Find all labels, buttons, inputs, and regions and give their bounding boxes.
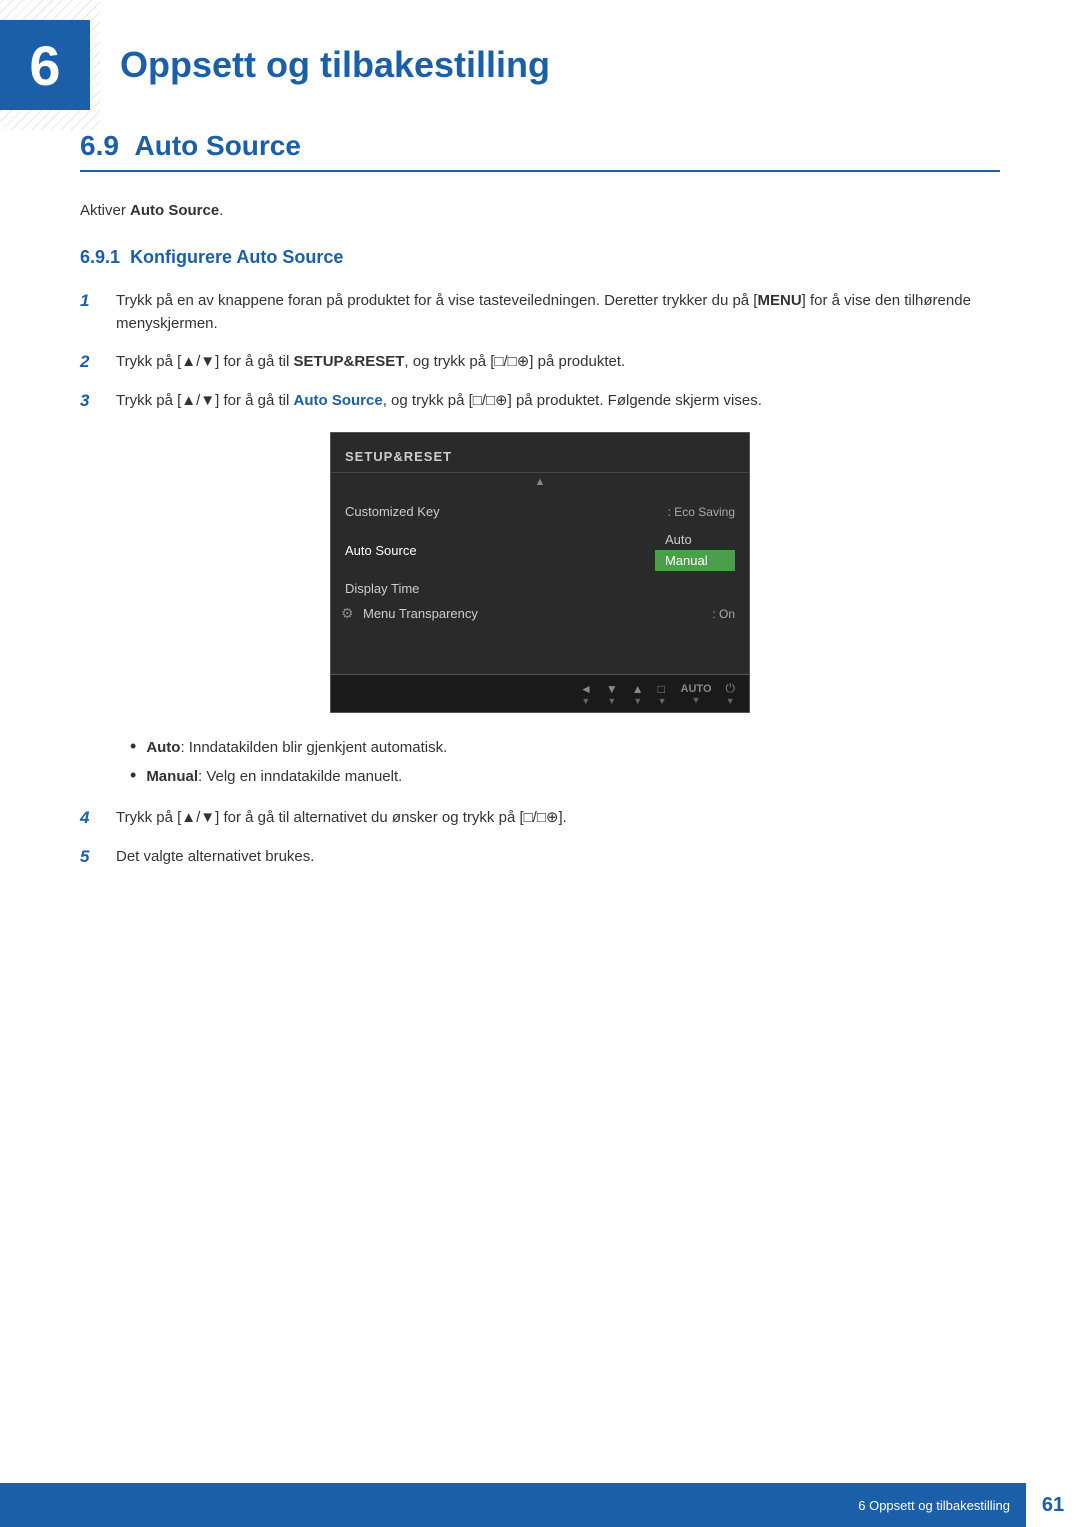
step-1-keyword: MENU: [757, 292, 801, 309]
menu-label-customized: Customized Key: [345, 504, 668, 519]
bullet-list: • Auto: Inndatakilden blir gjenkjent aut…: [130, 737, 1000, 787]
step-3-text: Trykk på [▲/▼] for å gå til Auto Source,…: [116, 390, 1000, 413]
step-1-text: Trykk på en av knappene foran på produkt…: [116, 290, 1000, 335]
page-content: 6.9 Auto Source Aktiver Auto Source. 6.9…: [0, 130, 1080, 968]
subsection-heading: Konfigurere Auto Source: [130, 247, 343, 267]
step-3-number: 3: [80, 390, 116, 411]
bottom-icon-auto: AUTO▼: [681, 683, 712, 705]
page-footer: 6 Oppsett og tilbakestilling 61: [0, 1483, 1080, 1527]
step-3: 3 Trykk på [▲/▼] for å gå til Auto Sourc…: [80, 390, 1000, 413]
subsection-number: 6.9.1: [80, 247, 120, 267]
menu-value-transparency: : On: [712, 607, 735, 621]
bullet-text-manual: Manual: Velg en inndatakilde manuelt.: [146, 766, 402, 787]
bullet-item-auto: • Auto: Inndatakilden blir gjenkjent aut…: [130, 737, 1000, 758]
submenu-manual: Manual: [655, 550, 735, 571]
step-2-keyword: SETUP&RESET: [294, 353, 405, 370]
step-2-number: 2: [80, 351, 116, 372]
screenshot-bottom-bar: ◄▼ ▼▼ ▲▼ □▼ AUTO▼ ⏻▼: [331, 674, 749, 712]
menu-label-display-time: Display Time: [345, 581, 735, 596]
footer-page-number: 61: [1026, 1483, 1080, 1527]
menu-label-transparency: Menu Transparency: [345, 606, 712, 621]
step-4-number: 4: [80, 807, 116, 828]
menu-value-customized: : Eco Saving: [668, 505, 735, 519]
bullet-text-auto: Auto: Inndatakilden blir gjenkjent autom…: [146, 737, 447, 758]
step-2: 2 Trykk på [▲/▼] for å gå til SETUP&RESE…: [80, 351, 1000, 374]
intro-text-start: Aktiver: [80, 202, 130, 219]
intro-paragraph: Aktiver Auto Source.: [80, 202, 1000, 219]
chapter-header-wrapper: 6 Oppsett og tilbakestilling: [0, 0, 1080, 130]
scroll-up-indicator: ▲: [331, 473, 749, 491]
menu-row-display-time: Display Time: [331, 576, 749, 601]
step-5-text: Det valgte alternativet brukes.: [116, 846, 1000, 869]
bullet-item-manual: • Manual: Velg en inndatakilde manuelt.: [130, 766, 1000, 787]
intro-text-end: .: [219, 202, 223, 219]
step-5-number: 5: [80, 846, 116, 867]
bullet-bold-manual: Manual: [146, 768, 198, 785]
menu-row-auto-source: Auto Source Auto Manual: [331, 524, 749, 576]
submenu-auto: Auto: [655, 529, 735, 550]
section-heading: Auto Source: [135, 130, 301, 161]
chapter-title: Oppsett og tilbakestilling: [120, 44, 550, 86]
step-4-text: Trykk på [▲/▼] for å gå til alternativet…: [116, 807, 1000, 830]
menu-row-menu-transparency: ⚙ Menu Transparency : On: [331, 601, 749, 626]
bottom-icon-power: ⏻▼: [726, 681, 736, 706]
bullet-bold-auto: Auto: [146, 739, 180, 756]
screenshot-container: SETUP&RESET ▲ Customized Key : Eco Savin…: [80, 432, 1000, 713]
bottom-icon-enter: □▼: [658, 682, 667, 706]
step-5: 5 Det valgte alternativet brukes.: [80, 846, 1000, 869]
step-1: 1 Trykk på en av knappene foran på produ…: [80, 290, 1000, 335]
screenshot-title: SETUP&RESET: [331, 445, 749, 473]
step-3-keyword: Auto Source: [294, 392, 383, 409]
chapter-number: 6: [29, 33, 60, 98]
intro-bold-word: Auto Source: [130, 202, 219, 219]
screenshot-menu: Customized Key : Eco Saving Auto Source …: [331, 491, 749, 634]
step-4: 4 Trykk på [▲/▼] for å gå til alternativ…: [80, 807, 1000, 830]
chapter-header: 6 Oppsett og tilbakestilling: [0, 0, 1080, 130]
bottom-icon-up: ▲▼: [632, 682, 644, 706]
step-1-number: 1: [80, 290, 116, 311]
chapter-number-box: 6: [0, 20, 90, 110]
bullet-dot-manual: •: [130, 766, 136, 784]
section-title: 6.9 Auto Source: [80, 130, 1000, 172]
submenu-options: Auto Manual: [655, 529, 735, 571]
bullet-dot-auto: •: [130, 737, 136, 755]
steps-list-1: 1 Trykk på en av knappene foran på produ…: [80, 290, 1000, 412]
bottom-icon-down: ▼▼: [606, 682, 618, 706]
step-2-text: Trykk på [▲/▼] for å gå til SETUP&RESET,…: [116, 351, 1000, 374]
menu-row-customized-key: Customized Key : Eco Saving: [331, 499, 749, 524]
screenshot: SETUP&RESET ▲ Customized Key : Eco Savin…: [330, 432, 750, 713]
subsection-title: 6.9.1 Konfigurere Auto Source: [80, 247, 1000, 268]
section-number: 6.9: [80, 130, 119, 161]
bottom-icon-back: ◄▼: [580, 682, 592, 706]
menu-label-auto-source: Auto Source: [345, 543, 655, 558]
steps-list-2: 4 Trykk på [▲/▼] for å gå til alternativ…: [80, 807, 1000, 868]
footer-text: 6 Oppsett og tilbakestilling: [858, 1498, 1026, 1513]
